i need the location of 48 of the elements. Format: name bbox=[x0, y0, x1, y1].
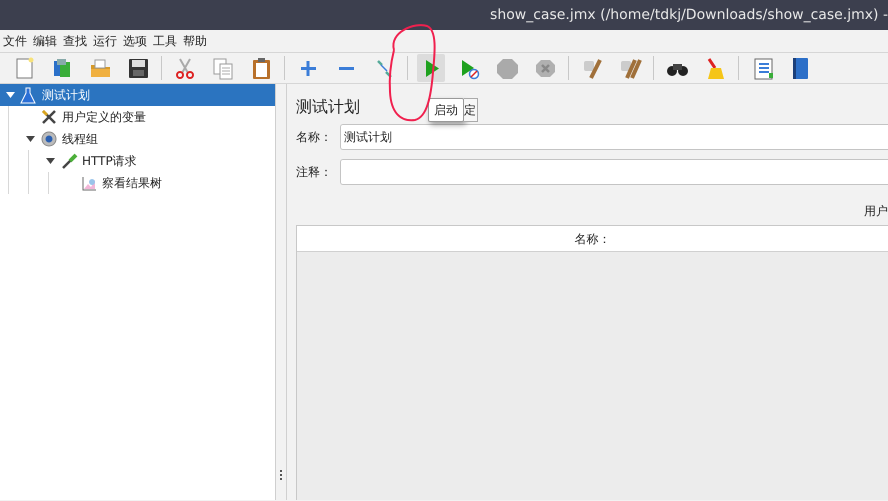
folder-icon bbox=[90, 59, 110, 76]
caret-icon[interactable] bbox=[46, 158, 54, 164]
broom-icon bbox=[707, 58, 724, 78]
tree-item[interactable]: 察看结果树 bbox=[0, 172, 275, 194]
menu-item[interactable]: 选项 bbox=[122, 32, 148, 50]
input-field[interactable]: 测试计划 bbox=[340, 124, 888, 150]
window-title: show_case.jmx (/home/tdkj/Downloads/show_case.jmx) - bbox=[490, 6, 888, 24]
caret-icon[interactable] bbox=[26, 136, 34, 142]
menu-item[interactable]: 文件 bbox=[2, 32, 28, 50]
list-icon bbox=[754, 58, 772, 79]
tree-item[interactable]: 测试计划 bbox=[0, 84, 275, 106]
scissors-icon bbox=[176, 58, 194, 78]
menu-item[interactable]: 编辑 bbox=[32, 32, 58, 50]
clipboard-icon bbox=[252, 58, 270, 78]
tree-item[interactable]: 用户定义的变量 bbox=[0, 106, 275, 128]
binoculars-icon bbox=[666, 64, 688, 76]
chart-icon bbox=[80, 174, 98, 192]
stop-sign-icon bbox=[496, 58, 518, 78]
pipettes-icon bbox=[376, 59, 392, 78]
menu-item[interactable]: 工具 bbox=[152, 32, 178, 50]
play-no-icon bbox=[462, 60, 479, 79]
field-label: 注释： bbox=[296, 164, 333, 181]
menu-item[interactable]: 帮助 bbox=[182, 32, 208, 50]
tab-label: 定 bbox=[464, 98, 478, 122]
field-label: 名称： bbox=[296, 129, 333, 146]
tree-item[interactable]: HTTP请求 bbox=[0, 150, 275, 172]
octagon-x-icon bbox=[536, 60, 554, 76]
tooltip: 启动 bbox=[428, 98, 464, 122]
tools-icon bbox=[40, 108, 58, 126]
tree-item[interactable]: 线程组 bbox=[0, 128, 275, 150]
help-icon bbox=[792, 58, 808, 78]
brooms-icon bbox=[620, 58, 642, 80]
menu-item[interactable]: 运行 bbox=[92, 32, 118, 50]
pages-icon bbox=[213, 58, 232, 79]
menu-item[interactable]: 查找 bbox=[62, 32, 88, 50]
broom-icon bbox=[584, 58, 602, 78]
input-field[interactable] bbox=[340, 159, 888, 185]
play-icon bbox=[426, 60, 438, 76]
panel-title: 测试计划 bbox=[296, 96, 360, 118]
blank-page-icon bbox=[16, 57, 33, 78]
books-icon bbox=[54, 58, 70, 76]
caret-icon[interactable] bbox=[6, 92, 14, 98]
pipette-icon bbox=[60, 152, 78, 170]
column-header[interactable]: 名称： bbox=[297, 226, 888, 251]
minus-icon bbox=[338, 66, 354, 70]
flask-icon bbox=[20, 86, 38, 104]
plus-icon bbox=[299, 59, 317, 77]
section-label: 用户 bbox=[864, 203, 888, 220]
